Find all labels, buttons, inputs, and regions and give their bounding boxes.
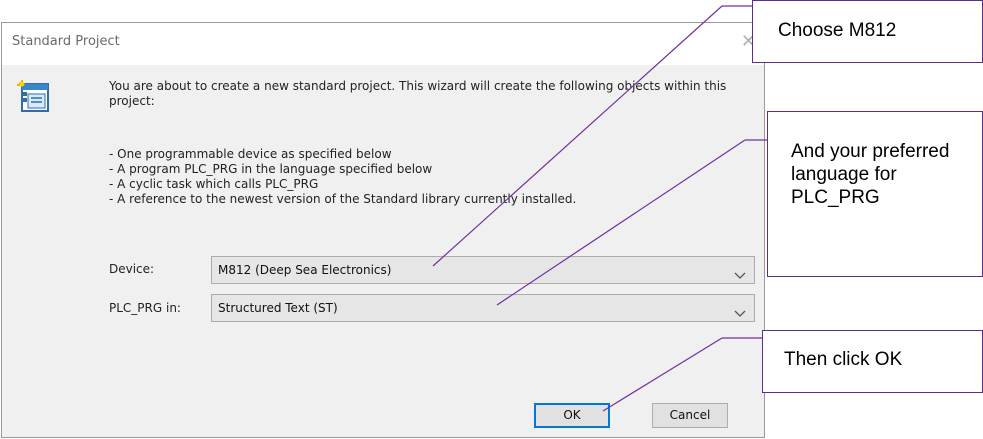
device-select-value: M812 (Deep Sea Electronics) [218,263,392,277]
wizard-window-icon [17,80,51,118]
callout-choose-language: And your preferred language for PLC_PRG [767,111,983,277]
device-label: Device: [109,262,155,276]
bullet-item: - One programmable device as specified b… [109,147,392,161]
callout-text: Then click OK [784,349,903,370]
bullet-item: - A program PLC_PRG in the language spec… [109,162,433,176]
callout-text: And your preferred language for PLC_PRG [791,141,950,208]
bullet-item: - A reference to the newest version of t… [109,192,577,206]
chevron-down-icon [734,265,746,284]
ok-button[interactable]: OK [534,403,610,428]
intro-text: You are about to create a new standard p… [109,79,727,108]
callout-choose-device: Choose M812 [752,0,983,63]
bullet-list: - One programmable device as specified b… [109,147,749,207]
bullet-item: - A cyclic task which calls PLC_PRG [109,177,319,191]
dialog-titlebar: Standard Project ✕ [2,23,764,65]
chevron-down-icon [734,303,746,322]
callout-click-ok: Then click OK [762,330,983,393]
device-select[interactable]: M812 (Deep Sea Electronics) [211,256,755,284]
plc-prg-select-value: Structured Text (ST) [218,301,338,315]
plc-prg-label: PLC_PRG in: [109,301,181,315]
dialog-title: Standard Project [12,34,120,49]
callout-text: Choose M812 [778,20,897,41]
cancel-button[interactable]: Cancel [652,403,728,428]
plc-prg-language-select[interactable]: Structured Text (ST) [211,294,755,322]
standard-project-dialog: Standard Project ✕ You are about to crea… [1,22,765,438]
